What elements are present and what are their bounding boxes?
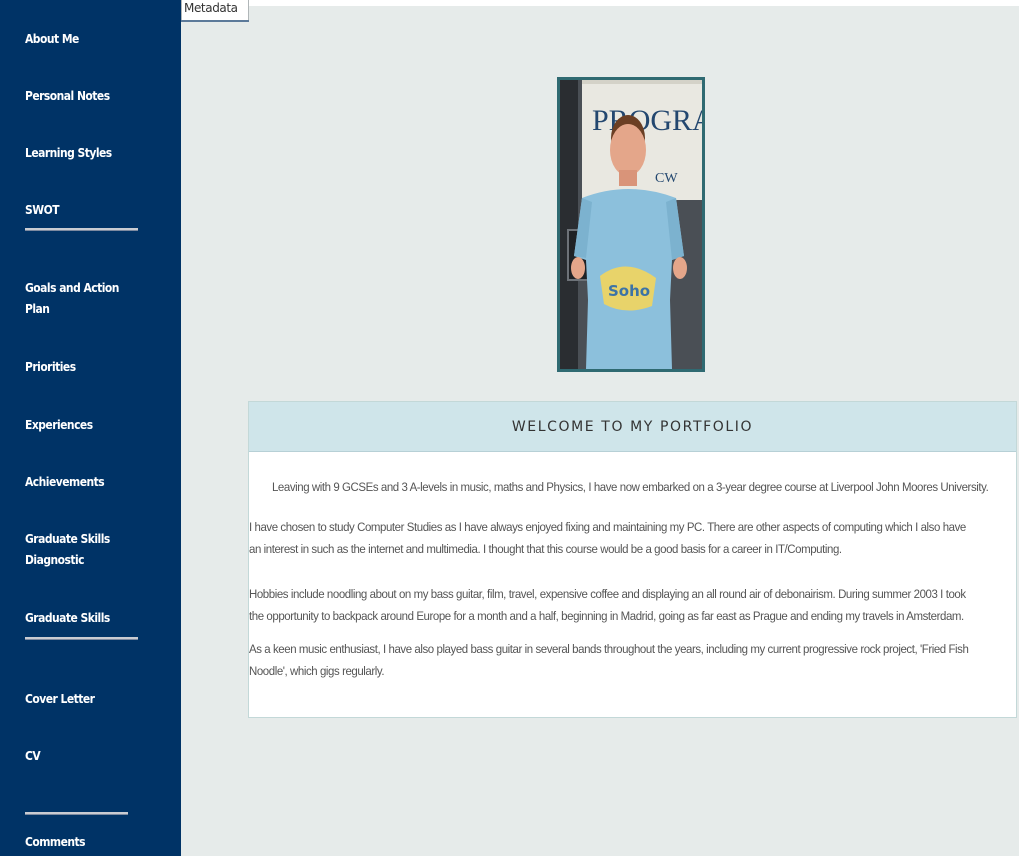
sign-sub-text: CW (655, 171, 678, 186)
photo-illustration: PROGRAM CW Soho (560, 80, 702, 369)
sidebar-item-goals-and-action-plan[interactable]: Goals and Action Plan (25, 277, 128, 319)
welcome-panel: WELCOME TO MY PORTFOLIO Leaving with 9 G… (248, 401, 1017, 718)
sidebar-divider (25, 228, 138, 231)
hobbies-paragraph: Hobbies include noodling about on my bas… (249, 587, 966, 623)
profile-photo: PROGRAM CW Soho (557, 77, 705, 372)
welcome-title: WELCOME TO MY PORTFOLIO (249, 402, 1016, 452)
intro-paragraph: Leaving with 9 GCSEs and 3 A-levels in m… (271, 480, 989, 494)
sign-text: PROGRAM (592, 104, 702, 137)
sidebar-divider (25, 637, 138, 640)
sidebar-item-cv[interactable]: CV (25, 745, 128, 766)
sidebar-divider (25, 812, 128, 815)
sidebar-nav: About Me Personal Notes Learning Styles … (0, 0, 181, 856)
sidebar-item-achievements[interactable]: Achievements (25, 471, 128, 492)
sidebar-item-comments[interactable]: Comments (25, 831, 128, 852)
sidebar-item-learning-styles[interactable]: Learning Styles (25, 142, 128, 163)
sidebar-item-experiences[interactable]: Experiences (25, 414, 128, 435)
sidebar-item-swot[interactable]: SWOT (25, 199, 128, 220)
sidebar-item-priorities[interactable]: Priorities (25, 356, 128, 377)
tab-metadata[interactable]: Metadata (181, 0, 249, 21)
shirt-print-text: Soho (608, 282, 650, 300)
tab-underline (181, 20, 249, 22)
sidebar-item-about-me[interactable]: About Me (25, 28, 128, 49)
sidebar-item-cover-letter[interactable]: Cover Letter (25, 688, 128, 709)
sidebar-item-personal-notes[interactable]: Personal Notes (25, 85, 128, 106)
sidebar-item-graduate-skills[interactable]: Graduate Skills (25, 607, 128, 628)
computing-paragraph: I have chosen to study Computer Studies … (249, 520, 966, 556)
music-paragraph: As a keen music enthusiast, I have also … (249, 642, 969, 678)
sidebar-item-graduate-skills-diagnostic[interactable]: Graduate Skills Diagnostic (25, 528, 128, 570)
profile-photo-image: PROGRAM CW Soho (560, 80, 702, 369)
